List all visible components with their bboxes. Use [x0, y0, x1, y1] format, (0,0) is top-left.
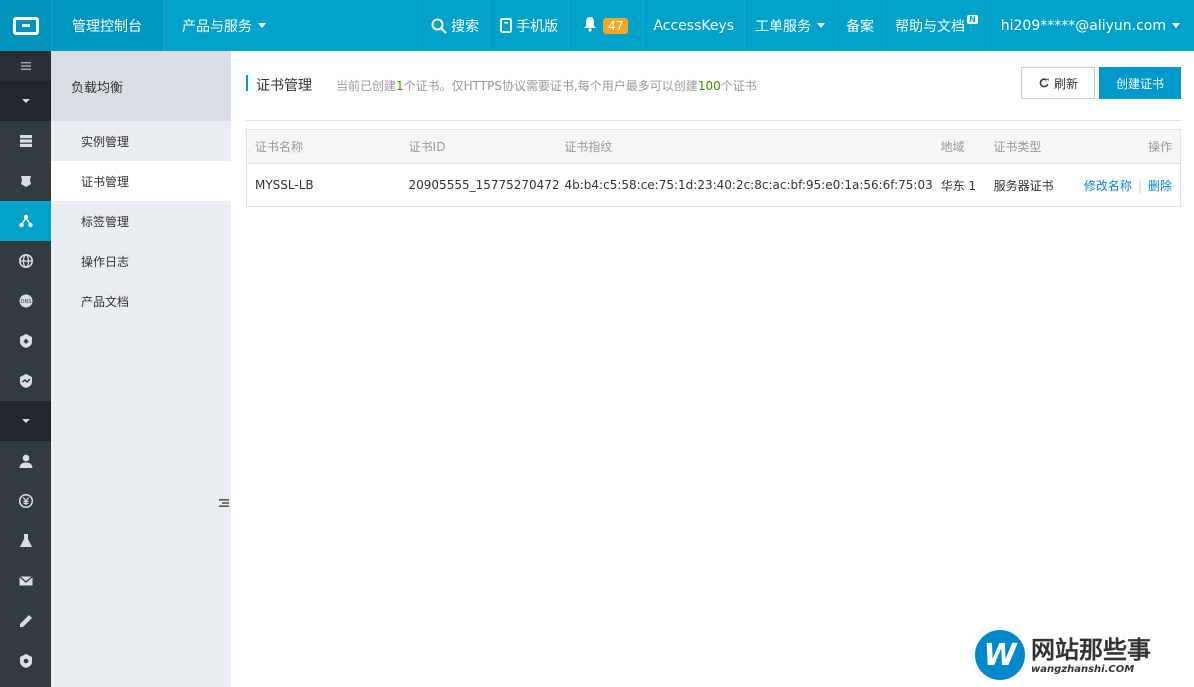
sidebar-item-instances[interactable]: 实例管理 [51, 121, 231, 161]
expand-group-icon[interactable] [0, 401, 51, 441]
mobile-button[interactable]: 手机版 [489, 0, 568, 51]
sidebar-collapse-handle[interactable] [216, 480, 232, 526]
column-header-actions: 操作 [1148, 140, 1173, 154]
mobile-label: 手机版 [516, 18, 559, 35]
flask-icon[interactable] [0, 521, 51, 561]
chevron-down-icon [1172, 23, 1180, 28]
watermark-domain: wangzhanshi.COM [1031, 663, 1135, 675]
refresh-icon [1039, 78, 1049, 88]
page-title: 证书管理 [256, 78, 312, 94]
help-menu[interactable]: 帮助与文档 N [884, 0, 988, 51]
svg-text:DNS: DNS [20, 299, 31, 305]
tickets-label: 工单服务 [755, 18, 812, 35]
table-row: MYSSL-LB 20905555_15775270472 4b:b4:c5:5… [247, 164, 1180, 206]
bell-icon [583, 16, 597, 36]
sidebar-title: 负载均衡 [51, 51, 231, 121]
globe-icon[interactable] [0, 241, 51, 281]
user-account-label: hi209*****@aliyun.com [1000, 17, 1166, 34]
notifications-button[interactable]: 47 [568, 0, 642, 51]
cert-max: 100 [697, 79, 721, 93]
top-navigation-bar: 管理控制台 产品与服务 搜索 手机版 47 AccessKeys 工单服务 备案… [0, 0, 1194, 51]
monitor-shield-icon[interactable] [0, 361, 51, 401]
column-header-id: 证书ID [408, 140, 446, 154]
sidebar-item-certificates[interactable]: 证书管理 [51, 161, 231, 201]
database-icon[interactable] [0, 161, 51, 201]
notification-count-badge: 47 [603, 17, 629, 34]
product-icon-rail: DNS [0, 51, 51, 687]
sidebar-item-tags[interactable]: 标签管理 [51, 201, 231, 241]
refresh-button[interactable]: 刷新 [1021, 67, 1095, 99]
row-actions: 修改名称 | 删除 [1067, 177, 1180, 194]
tickets-menu[interactable]: 工单服务 [744, 0, 835, 51]
site-watermark: W 网站那些事 wangzhanshi.COM [975, 627, 1190, 683]
help-label: 帮助与文档 [895, 18, 966, 35]
mail-icon[interactable] [0, 561, 51, 601]
menu-toggle-icon[interactable] [0, 51, 51, 81]
search-button[interactable]: 搜索 [420, 0, 489, 51]
page-subtitle: 当前已创建1个证书。仅HTTPS协议需要证书,每个用户最多可以创建100个证书 [336, 79, 757, 93]
accesskeys-link[interactable]: AccessKeys [642, 0, 744, 51]
filing-link[interactable]: 备案 [835, 0, 884, 51]
secondary-sidebar: 负载均衡 实例管理 证书管理 标签管理 操作日志 产品文档 [51, 51, 231, 687]
cert-id: 20905555_15775270472 [408, 178, 560, 192]
collapse-group-icon[interactable] [0, 81, 51, 121]
user-icon[interactable] [0, 441, 51, 481]
aliyun-logo-icon[interactable] [0, 0, 51, 51]
chevron-down-icon [258, 23, 266, 28]
dns-icon[interactable]: DNS [0, 281, 51, 321]
certificate-table: 证书名称 证书ID 证书指纹 地域 证书类型 操作 MYSSL-LB 20905… [246, 129, 1181, 207]
create-certificate-button[interactable]: 创建证书 [1099, 67, 1181, 99]
server-icon[interactable] [0, 121, 51, 161]
new-badge: N [967, 15, 978, 24]
pencil-icon[interactable] [0, 601, 51, 641]
title-accent-bar [246, 75, 248, 91]
sidebar-item-docs[interactable]: 产品文档 [51, 281, 231, 321]
products-menu[interactable]: 产品与服务 [163, 0, 284, 51]
cert-count: 1 [396, 79, 404, 93]
rename-link[interactable]: 修改名称 [1084, 179, 1132, 193]
search-icon [431, 18, 447, 34]
mobile-icon [500, 18, 513, 33]
page-header: 证书管理 当前已创建1个证书。仅HTTPS协议需要证书,每个用户最多可以创建10… [246, 67, 1181, 121]
action-separator: | [1137, 178, 1142, 193]
shield-icon[interactable] [0, 321, 51, 361]
main-content: 证书管理 当前已创建1个证书。仅HTTPS协议需要证书,每个用户最多可以创建10… [231, 51, 1194, 687]
yen-icon[interactable] [0, 481, 51, 521]
console-link[interactable]: 管理控制台 [51, 0, 163, 51]
load-balancer-icon[interactable] [0, 201, 51, 241]
table-header: 证书名称 证书ID 证书指纹 地域 证书类型 操作 [247, 130, 1180, 164]
column-header-type: 证书类型 [993, 140, 1042, 154]
sidebar-item-logs[interactable]: 操作日志 [51, 241, 231, 281]
cert-fingerprint: 4b:b4:c5:58:ce:75:1d:23:40:2c:8c:ac:bf:9… [564, 178, 933, 192]
collapse-icon [219, 499, 229, 507]
refresh-label: 刷新 [1053, 76, 1078, 91]
products-label: 产品与服务 [182, 18, 252, 35]
column-header-region: 地域 [940, 140, 965, 154]
cert-name: MYSSL-LB [255, 178, 314, 192]
watermark-logo: W [975, 630, 1025, 680]
delete-link[interactable]: 删除 [1148, 179, 1172, 193]
chevron-down-icon [817, 23, 826, 28]
user-menu[interactable]: hi209*****@aliyun.com [987, 0, 1194, 51]
column-header-fingerprint: 证书指纹 [564, 140, 613, 154]
cert-region: 华东 1 [940, 178, 977, 193]
column-header-name: 证书名称 [255, 140, 304, 154]
search-label: 搜索 [451, 18, 480, 35]
cert-type: 服务器证书 [993, 178, 1054, 193]
badge-icon[interactable] [0, 641, 51, 681]
watermark-title: 网站那些事 [1031, 635, 1151, 664]
